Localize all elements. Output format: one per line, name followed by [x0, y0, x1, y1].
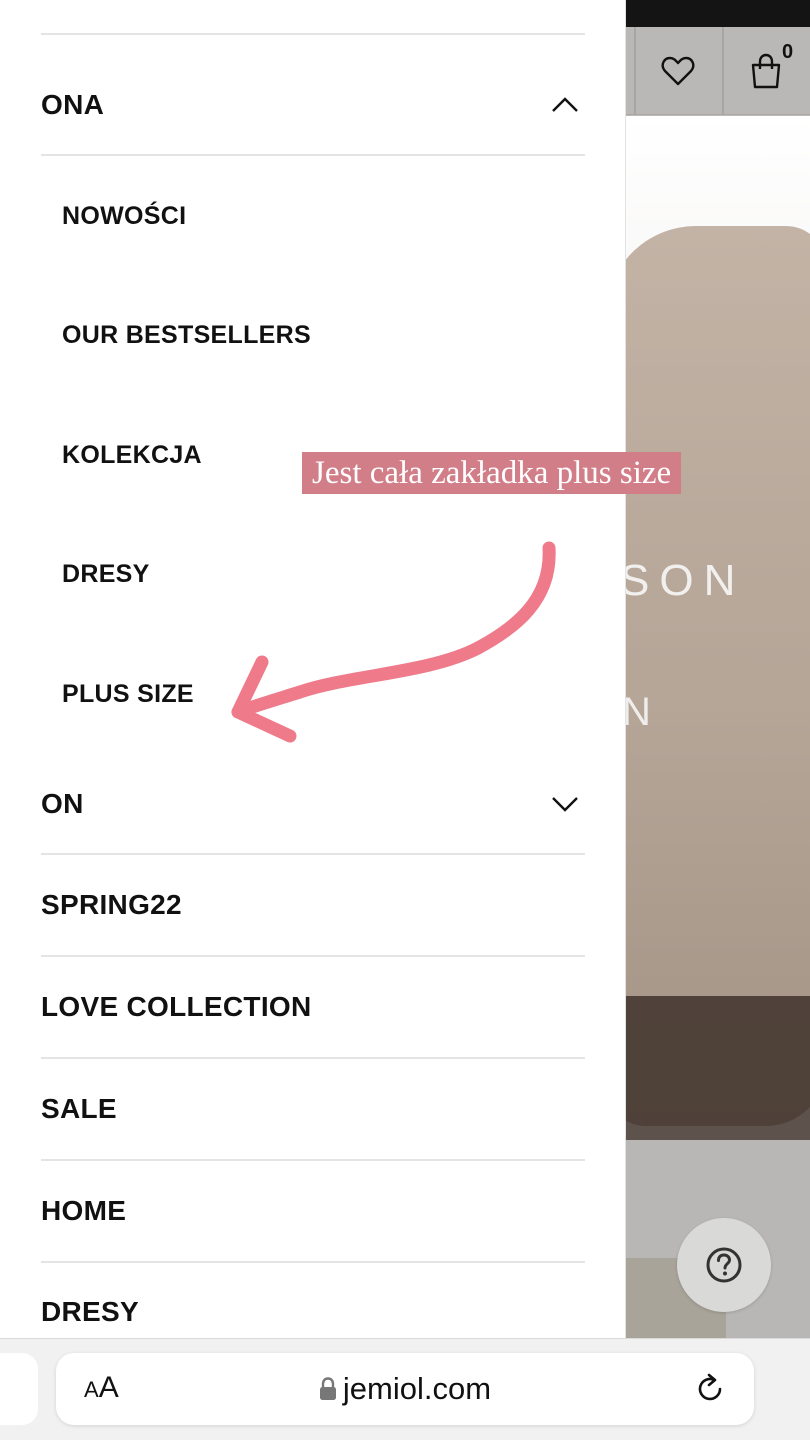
submenu-item-kolekcja[interactable]: KOLEKCJA [62, 441, 202, 470]
hero-model-trousers [626, 996, 810, 1140]
navigation-drawer: ONA NOWOŚCI OUR BESTSELLERS KOLEKCJA DRE… [0, 0, 626, 1338]
chevron-down-icon[interactable] [545, 784, 585, 824]
menu-item-label: SPRING22 [41, 889, 182, 920]
browser-toolbar: AA jemiol.com [0, 1338, 810, 1440]
reload-icon[interactable] [692, 1371, 728, 1407]
status-strip [626, 0, 810, 27]
chevron-up-icon[interactable] [545, 85, 585, 125]
menu-item-label: HOME [41, 1195, 127, 1226]
menu-item-label: SALE [41, 1093, 117, 1124]
hero-model-sweater [626, 226, 810, 1126]
menu-item-label: ONA [41, 89, 105, 120]
menu-item-label: ON [41, 787, 84, 819]
header-divider [634, 27, 636, 115]
hero-banner[interactable]: SON N [626, 116, 810, 1140]
menu-divider [41, 33, 585, 35]
menu-item-dresy[interactable]: DRESY [41, 1263, 585, 1338]
menu-item-label: DRESY [41, 1296, 139, 1327]
menu-item-ona[interactable]: ONA [41, 56, 585, 156]
url-text: jemiol.com [342, 1371, 492, 1406]
submenu-item-dresy[interactable]: DRESY [62, 560, 150, 589]
submenu-item-nowosci[interactable]: NOWOŚCI [62, 202, 186, 231]
heart-icon[interactable] [656, 49, 700, 93]
submenu-item-our-bestsellers[interactable]: OUR BESTSELLERS [62, 321, 311, 350]
cart-count-badge: 0 [782, 41, 794, 63]
menu-item-sale[interactable]: SALE [41, 1059, 585, 1161]
help-button[interactable] [677, 1218, 771, 1312]
question-mark-icon [706, 1247, 742, 1283]
address-bar[interactable]: AA jemiol.com [56, 1353, 754, 1425]
menu-item-label: LOVE COLLECTION [41, 991, 312, 1022]
menu-item-spring22[interactable]: SPRING22 [41, 855, 585, 957]
menu-item-on[interactable]: ON [41, 754, 585, 855]
previous-tab[interactable] [0, 1353, 38, 1425]
menu-item-home[interactable]: HOME [41, 1161, 585, 1263]
hero-subline-fragment: N [626, 690, 651, 734]
annotation-label: Jest cała zakładka plus size [302, 452, 682, 494]
lock-icon [319, 1377, 336, 1400]
header-divider [722, 27, 724, 115]
hero-headline-fragment: SON [626, 556, 746, 605]
submenu-item-plus-size[interactable]: PLUS SIZE [62, 680, 194, 709]
menu-item-love-collection[interactable]: LOVE COLLECTION [41, 957, 585, 1059]
site-header: 0 [626, 27, 810, 115]
